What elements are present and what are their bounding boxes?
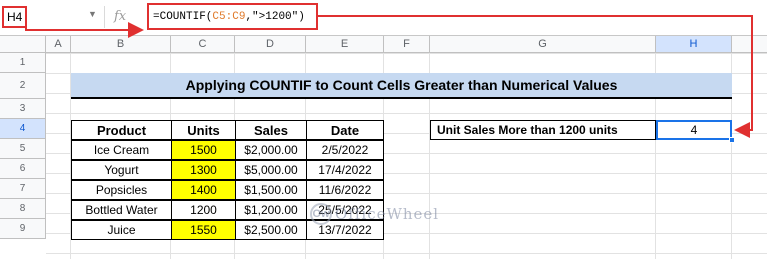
row-header-6[interactable]: 6	[0, 159, 46, 179]
formula-bar: H4 ▼ fx =COUNTIF(C5:C9 ,">1200")	[0, 0, 767, 36]
row-header-1[interactable]: 1	[0, 53, 46, 73]
column-header-f[interactable]: F	[384, 36, 430, 53]
cell-product[interactable]: Juice	[71, 220, 172, 240]
table-header-sales[interactable]: Sales	[235, 120, 307, 140]
watermark-logo-icon: Ow	[310, 203, 332, 225]
fill-handle[interactable]	[729, 137, 735, 143]
cell-units[interactable]: 1400	[171, 180, 236, 200]
watermark: Ow OfficeWheel	[310, 203, 439, 225]
formula-prefix: =COUNTIF(	[153, 10, 213, 23]
cell-date[interactable]: 17/4/2022	[306, 160, 384, 180]
cell-product[interactable]: Yogurt	[71, 160, 172, 180]
column-header-a[interactable]: A	[46, 36, 71, 53]
cell-date[interactable]: 11/6/2022	[306, 180, 384, 200]
cell-units[interactable]: 1500	[171, 140, 236, 160]
sheet-title[interactable]: Applying COUNTIF to Count Cells Greater …	[71, 73, 732, 99]
formula-range-ref: C5:C9	[212, 10, 246, 23]
row-header-2[interactable]: 2	[0, 73, 46, 99]
formula-input[interactable]: =COUNTIF(C5:C9 ,">1200")	[147, 3, 318, 30]
row-header-3[interactable]: 3	[0, 99, 46, 119]
column-header-h[interactable]: H	[656, 36, 732, 53]
column-header-d[interactable]: D	[235, 36, 306, 53]
row-header-5[interactable]: 5	[0, 139, 46, 159]
cell-product[interactable]: Bottled Water	[71, 200, 172, 220]
cell-date[interactable]: 2/5/2022	[306, 140, 384, 160]
cell-sales[interactable]: $2,500.00	[235, 220, 307, 240]
name-box[interactable]: H4 ▼	[2, 5, 98, 29]
name-box-value: H4	[2, 6, 28, 28]
formula-suffix: ,">1200")	[245, 10, 305, 23]
caret-down-icon[interactable]: ▼	[88, 9, 97, 19]
cell-product[interactable]: Popsicles	[71, 180, 172, 200]
table-header-date[interactable]: Date	[306, 120, 384, 140]
watermark-text: OfficeWheel	[335, 205, 440, 223]
cell-sales[interactable]: $2,000.00	[235, 140, 307, 160]
cell-sales[interactable]: $5,000.00	[235, 160, 307, 180]
column-header-e[interactable]: E	[306, 36, 384, 53]
cell-units[interactable]: 1200	[171, 200, 236, 220]
fx-icon: fx	[114, 9, 127, 24]
row-header-9[interactable]: 9	[0, 219, 46, 239]
cell-sales[interactable]: $1,200.00	[235, 200, 307, 220]
table-header-units[interactable]: Units	[171, 120, 236, 140]
cell-units[interactable]: 1550	[171, 220, 236, 240]
select-all-corner[interactable]	[0, 36, 46, 53]
row-header-8[interactable]: 8	[0, 199, 46, 219]
cell-units[interactable]: 1300	[171, 160, 236, 180]
column-header-b[interactable]: B	[71, 36, 171, 53]
row-header-4[interactable]: 4	[0, 119, 46, 139]
cell-sales[interactable]: $1,500.00	[235, 180, 307, 200]
column-header-g[interactable]: G	[430, 36, 656, 53]
cell-product[interactable]: Ice Cream	[71, 140, 172, 160]
table-header-product[interactable]: Product	[71, 120, 172, 140]
row-header-7[interactable]: 7	[0, 179, 46, 199]
formula-bar-divider	[104, 6, 105, 28]
column-header-c[interactable]: C	[171, 36, 235, 53]
column-header-extra[interactable]	[732, 36, 767, 53]
summary-label[interactable]: Unit Sales More than 1200 units	[430, 120, 656, 140]
summary-value-cell[interactable]: 4	[656, 120, 732, 140]
